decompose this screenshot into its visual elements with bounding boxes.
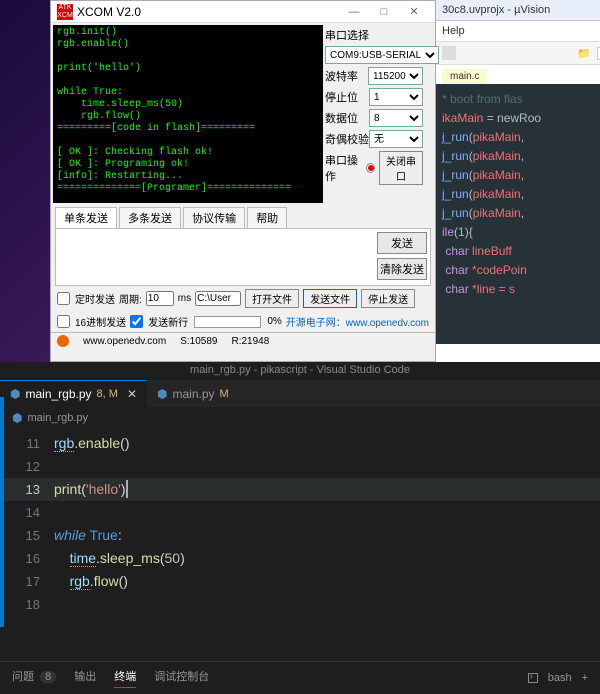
new-terminal-button[interactable]: + [582,672,588,684]
python-icon: ⬢ [10,387,20,401]
panel-terminal[interactable]: 终端 [114,668,136,688]
stopbit-select[interactable]: 1 [369,88,423,106]
parity-label: 奇偶校验 [325,131,369,147]
line-number: 11 [0,432,54,455]
uvision-menu-help[interactable]: Help [436,21,600,42]
promo-link[interactable]: 开源电子网：www.openedv.com [286,314,429,329]
panel-output[interactable]: 输出 [74,668,96,688]
xcom-tabs: 单条发送 多条发送 协议传输 帮助 [51,205,435,228]
xcom-title-text: XCOM V2.0 [77,5,339,19]
uvision-editor[interactable]: * boot from flas ikaMain = newRoo j_run(… [436,84,600,344]
panel-debug[interactable]: 调试控制台 [154,668,209,688]
parity-select[interactable]: 无 [369,130,423,148]
folder-icon[interactable]: 📁 [577,47,591,60]
uvision-file-tab[interactable]: main.c [442,69,487,84]
tab-multi-send[interactable]: 多条发送 [119,207,181,228]
filepath-input[interactable] [195,291,241,306]
uvision-search[interactable]: weak [597,47,600,60]
line-number: 17 [0,570,54,593]
xcom-statusbar: www.openedv.com S:10589 R:21948 [51,332,435,349]
close-button[interactable]: ✕ [399,2,429,22]
send-area: 发送 清除发送 [55,228,431,286]
vscode-tabs: ⬢ main_rgb.py 8, M ✕ ⬢ main.py M [0,380,600,407]
vscode-panel: 问题 8 输出 终端 调试控制台 bash + [0,661,600,694]
python-icon: ⬢ [12,411,22,425]
baud-select[interactable]: 115200 [368,67,423,85]
status-recv: R:21948 [231,336,269,347]
xcom-window: ATKXCM XCOM V2.0 — □ ✕ rgb.init() rgb.en… [50,0,436,362]
baud-label: 波特率 [325,68,368,84]
send-options-row2: 16进制发送 发送新行 0% 开源电子网：www.openedv.com [51,311,435,332]
line-number: 16 [0,547,54,570]
send-file-button[interactable]: 发送文件 [303,289,357,308]
send-button[interactable]: 发送 [377,232,427,254]
tab-help[interactable]: 帮助 [247,207,287,228]
timed-send-checkbox[interactable] [57,292,70,305]
serial-op-label: 串口操作 [325,152,362,184]
uvision-toolbar: 📁 weak [436,42,600,65]
hex-send-label: 16进制发送 [75,314,126,329]
line-number: 12 [0,455,54,478]
tab-protocol[interactable]: 协议传输 [183,207,245,228]
uvision-window: 30c8.uvprojx - µVision Help 📁 weak main.… [436,0,600,362]
progress-bar [194,316,261,328]
status-site[interactable]: www.openedv.com [83,336,166,347]
send-textarea[interactable] [56,229,374,285]
ms-label: ms [178,293,191,304]
hex-send-checkbox[interactable] [57,315,70,328]
terminal-icon [528,673,538,683]
xcom-logo-icon: ATKXCM [57,4,73,20]
period-label: 周期: [119,291,142,306]
status-dot-icon [57,335,69,347]
breadcrumb[interactable]: ⬢ main_rgb.py [0,407,600,429]
port-select[interactable]: COM9:USB-SERIAL [325,46,439,64]
send-options-row1: 定时发送 周期: ms 打开文件 发送文件 停止发送 [51,286,435,311]
line-number: 14 [0,501,54,524]
serial-select-label: 串口选择 [325,27,423,43]
panel-problems[interactable]: 问题 8 [12,668,56,688]
status-sent: S:10589 [180,336,217,347]
databit-select[interactable]: 8 [369,109,423,127]
newline-label: 发送新行 [148,314,188,329]
timed-send-label: 定时发送 [75,291,115,306]
open-file-button[interactable]: 打开文件 [245,289,299,308]
line-number: 15 [0,524,54,547]
uvision-title: 30c8.uvprojx - µVision [436,0,600,21]
python-icon: ⬢ [157,387,167,401]
close-serial-button[interactable]: 关闭串口 [379,151,423,185]
serial-terminal-output[interactable]: rgb.init() rgb.enable() print('hello') w… [53,25,323,203]
record-icon [366,163,375,173]
tab-filename: main_rgb.py [25,387,91,401]
breadcrumb-file: main_rgb.py [27,412,88,424]
databit-label: 数据位 [325,110,369,126]
tab-main-rgb[interactable]: ⬢ main_rgb.py 8, M ✕ [0,380,147,407]
stopbit-label: 停止位 [325,89,369,105]
vscode-window: main_rgb.py - pikascript - Visual Studio… [0,362,600,694]
vscode-title: main_rgb.py - pikascript - Visual Studio… [0,362,600,380]
period-input[interactable] [146,291,174,306]
maximize-button[interactable]: □ [369,2,399,22]
activity-bar-indicator [0,397,4,627]
line-number: 18 [0,593,54,616]
tab-modifications: M [220,388,229,400]
progress-pct: 0% [267,316,281,327]
toolbar-icon[interactable] [442,46,456,60]
shell-name[interactable]: bash [548,672,572,684]
xcom-titlebar: ATKXCM XCOM V2.0 — □ ✕ [51,1,435,23]
stop-send-button[interactable]: 停止发送 [361,289,415,308]
clear-send-button[interactable]: 清除发送 [377,258,427,280]
tab-close-icon[interactable]: ✕ [127,387,137,401]
serial-config-panel: 串口选择 COM9:USB-SERIAL 波特率115200 停止位1 数据位8… [325,23,429,205]
tab-single-send[interactable]: 单条发送 [55,207,117,228]
vscode-editor[interactable]: 11rgb.enable() 12 13print('hello') 14 15… [0,429,600,661]
line-number: 13 [0,478,54,501]
minimize-button[interactable]: — [339,2,369,22]
tab-filename: main.py [172,387,214,401]
newline-checkbox[interactable] [130,315,143,328]
tab-main[interactable]: ⬢ main.py M [147,380,239,407]
tab-modifications: 8, M [97,388,118,400]
